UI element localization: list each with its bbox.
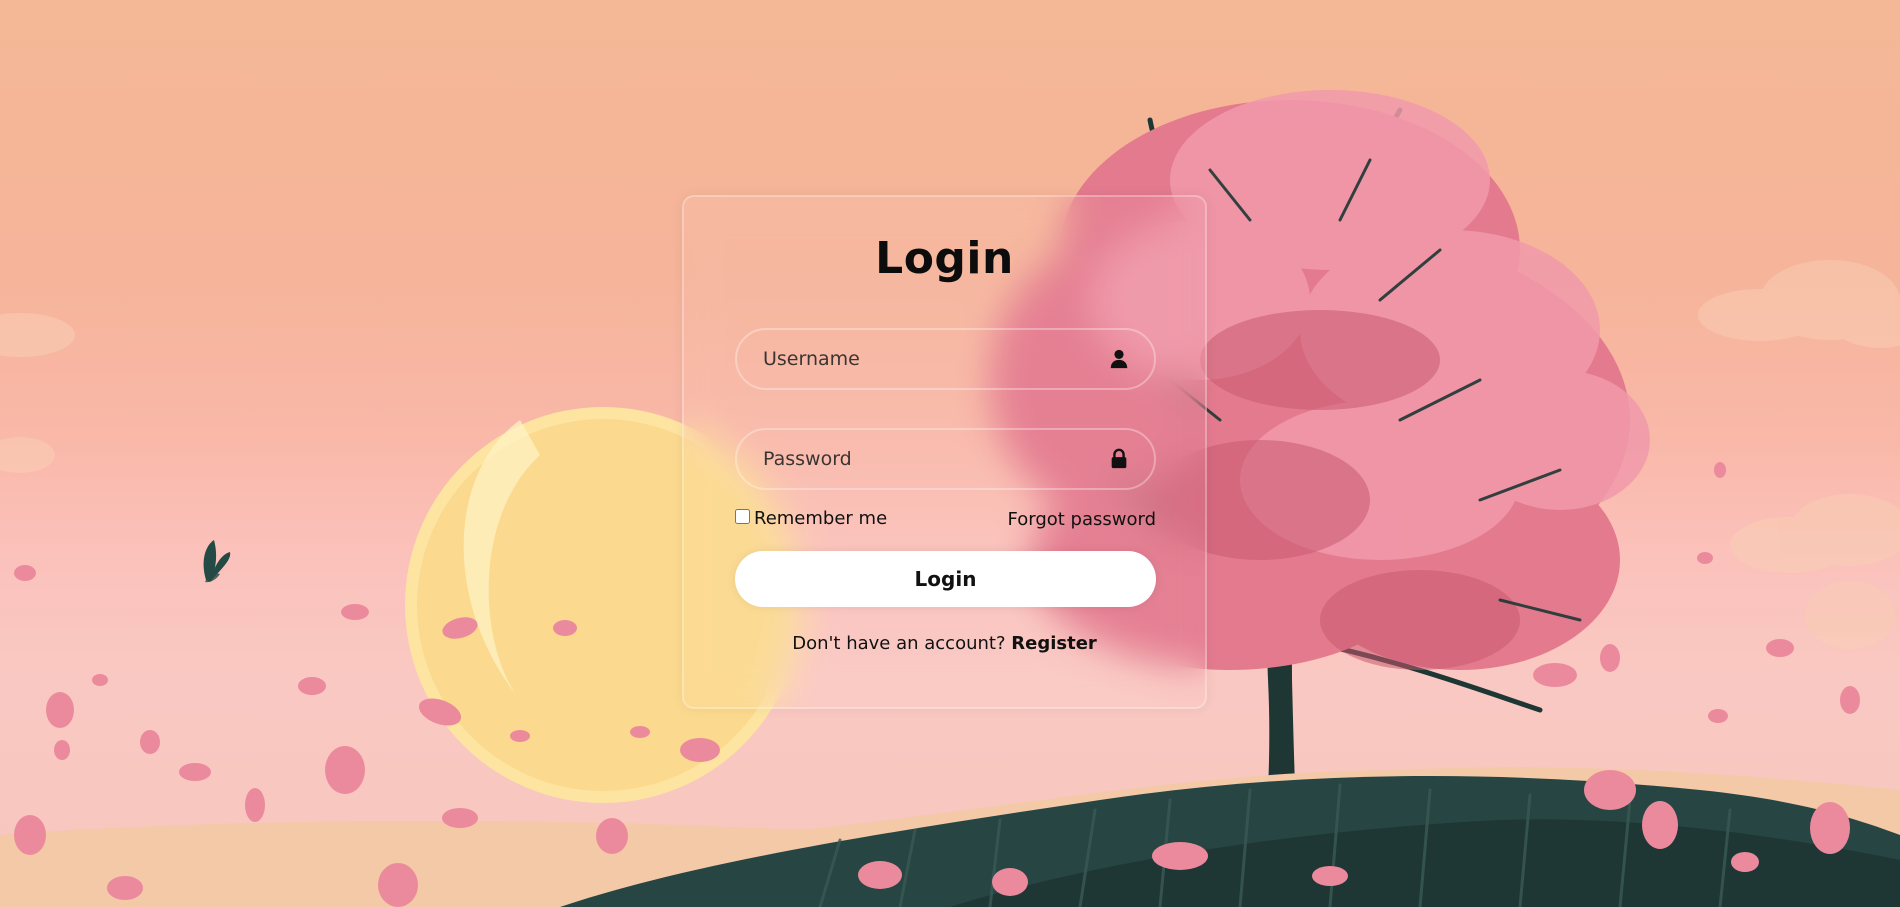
username-input[interactable] bbox=[735, 328, 1156, 390]
register-row: Don't have an account? Register bbox=[684, 633, 1205, 654]
register-link[interactable]: Register bbox=[1011, 633, 1097, 654]
username-field-wrapper bbox=[735, 328, 1156, 390]
login-button[interactable]: Login bbox=[735, 551, 1156, 607]
login-card: Login Remember me Forgot password Login … bbox=[682, 195, 1207, 709]
login-title: Login bbox=[875, 233, 1014, 284]
remember-me-text: Remember me bbox=[754, 508, 888, 529]
password-field-wrapper bbox=[735, 428, 1156, 490]
register-prompt: Don't have an account? bbox=[792, 633, 1006, 654]
password-input[interactable] bbox=[735, 428, 1156, 490]
lock-icon bbox=[1111, 448, 1127, 469]
butterfly bbox=[203, 540, 231, 583]
remember-me-checkbox[interactable] bbox=[735, 509, 750, 524]
remember-me-label: Remember me bbox=[735, 508, 887, 529]
forgot-password-link[interactable]: Forgot password bbox=[1008, 509, 1156, 530]
remember-forgot-row: Remember me Forgot password bbox=[735, 508, 1156, 530]
user-icon bbox=[1110, 349, 1128, 369]
